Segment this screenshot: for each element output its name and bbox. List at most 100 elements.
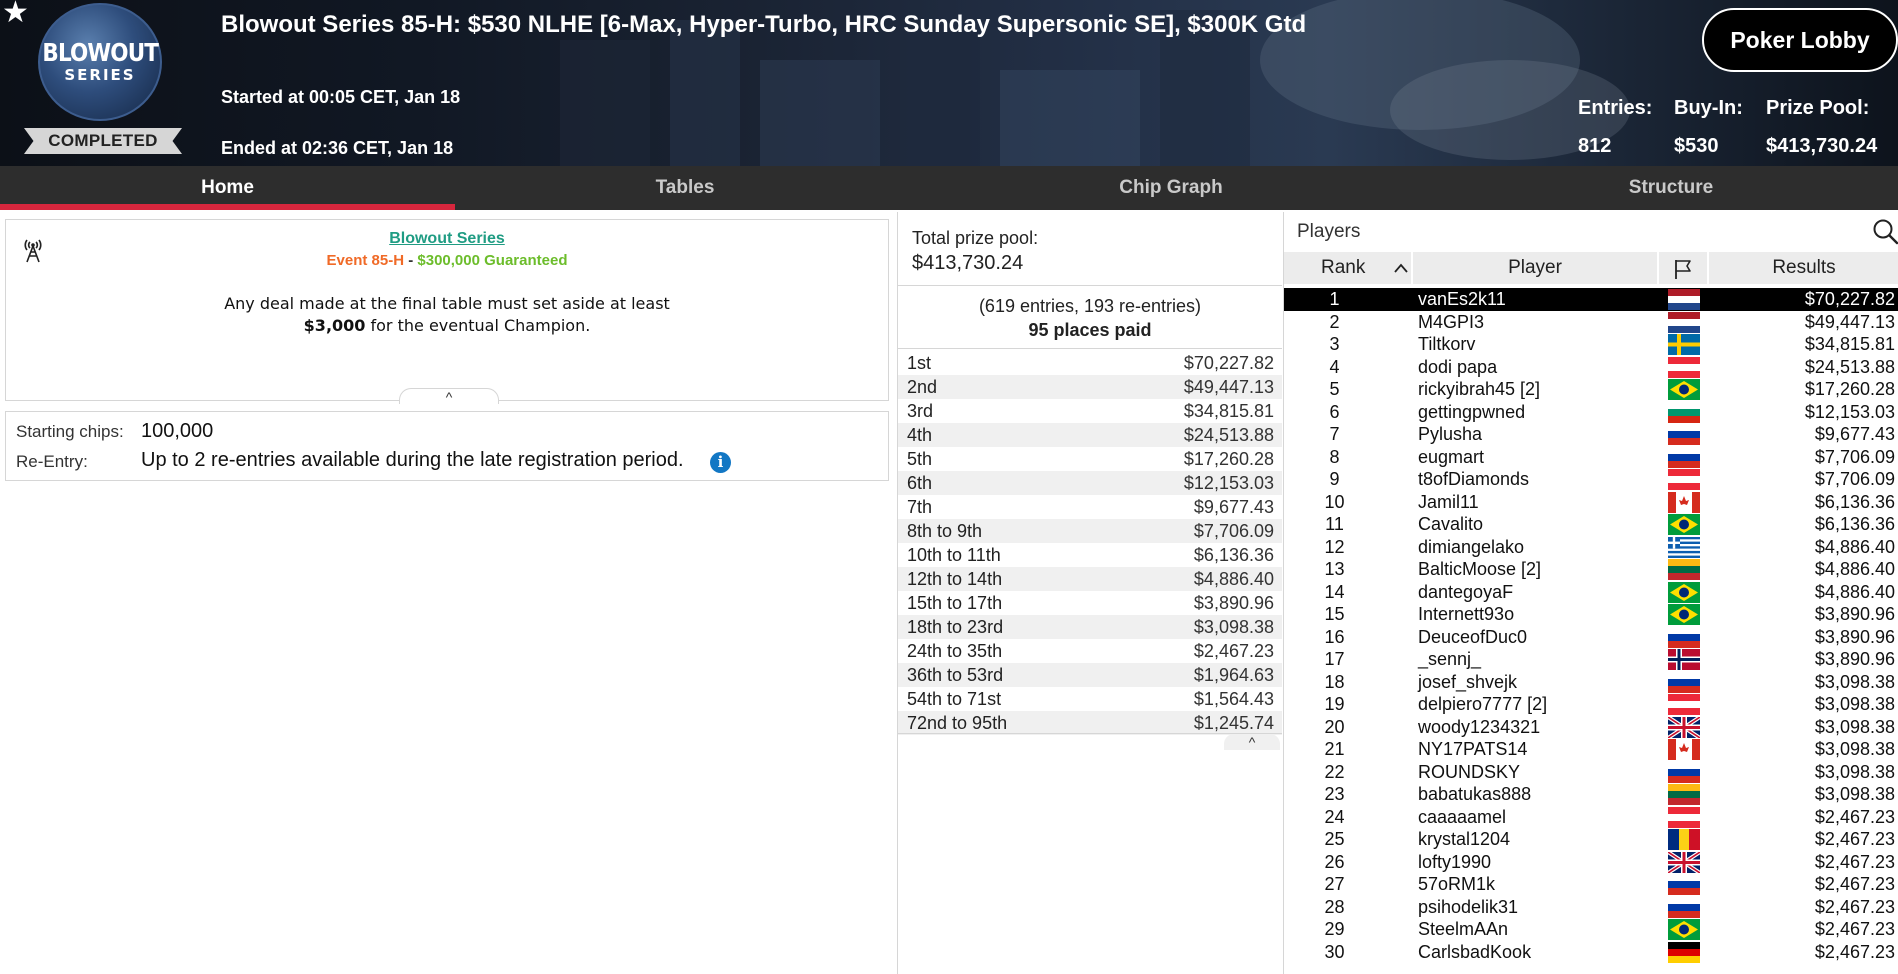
player-name[interactable]: dantegoyaF bbox=[1418, 582, 1513, 603]
collapse-payouts-button[interactable]: ^ bbox=[1224, 734, 1280, 750]
player-rank: 12 bbox=[1324, 536, 1345, 557]
player-result: $49,447.13 bbox=[1804, 311, 1895, 332]
player-row[interactable]: 21 NY17PATS14 $3,098.38 bbox=[1284, 738, 1898, 761]
player-name[interactable]: Pylusha bbox=[1418, 424, 1482, 445]
prizepool-value: $413,730.24 bbox=[1766, 135, 1878, 157]
payout-row: 24th to 35th $2,467.23 bbox=[898, 639, 1282, 663]
player-row[interactable]: 16 DeuceofDuc0 $3,890.96 bbox=[1284, 626, 1898, 649]
sort-ascending-icon[interactable] bbox=[1394, 262, 1408, 274]
player-name[interactable]: babatukas888 bbox=[1418, 784, 1531, 805]
player-name[interactable]: DeuceofDuc0 bbox=[1418, 627, 1527, 648]
country-flag-ca-icon bbox=[1668, 739, 1700, 760]
player-name[interactable]: lofty1990 bbox=[1418, 852, 1491, 873]
column-header-results[interactable]: Results bbox=[1709, 252, 1898, 284]
player-row[interactable]: 4 dodi papa $24,513.88 bbox=[1284, 356, 1898, 379]
player-name[interactable]: BalticMoose [2] bbox=[1418, 559, 1541, 580]
player-name[interactable]: psihodelik31 bbox=[1418, 897, 1518, 918]
tab-tables[interactable]: Tables bbox=[455, 166, 915, 210]
player-name[interactable]: caaaaamel bbox=[1418, 807, 1506, 828]
player-row[interactable]: 27 57oRM1k $2,467.23 bbox=[1284, 873, 1898, 896]
country-flag-br-icon bbox=[1668, 919, 1700, 940]
player-row[interactable]: 5 rickyibrah45 [2] $17,260.28 bbox=[1284, 378, 1898, 401]
player-name[interactable]: Internett93o bbox=[1418, 604, 1514, 625]
player-row[interactable]: 18 josef_shvejk $3,098.38 bbox=[1284, 671, 1898, 694]
player-name[interactable]: 57oRM1k bbox=[1418, 874, 1495, 895]
player-row[interactable]: 10 Jamil11 $6,136.36 bbox=[1284, 491, 1898, 514]
player-name[interactable]: Cavalito bbox=[1418, 514, 1483, 535]
poker-lobby-button[interactable]: Poker Lobby bbox=[1702, 8, 1898, 72]
player-row[interactable]: 7 Pylusha $9,677.43 bbox=[1284, 423, 1898, 446]
player-name[interactable]: vanEs2k11 bbox=[1418, 289, 1506, 310]
player-name[interactable]: josef_shvejk bbox=[1418, 672, 1517, 693]
player-row[interactable]: 2 M4GPI3 $49,447.13 bbox=[1284, 311, 1898, 334]
player-result: $12,153.03 bbox=[1804, 401, 1895, 422]
player-name[interactable]: SteelmAAn bbox=[1418, 919, 1508, 940]
player-name[interactable]: dodi papa bbox=[1418, 357, 1497, 378]
deal-line-2: $3,000 for the eventual Champion. bbox=[6, 315, 888, 337]
collapse-info-button[interactable]: ^ bbox=[399, 388, 499, 405]
player-row[interactable]: 9 t8ofDiamonds $7,706.09 bbox=[1284, 468, 1898, 491]
column-header-rank[interactable]: Rank bbox=[1284, 252, 1411, 284]
player-name[interactable]: gettingpwned bbox=[1418, 402, 1525, 423]
player-row[interactable]: 11 Cavalito $6,136.36 bbox=[1284, 513, 1898, 536]
country-flag-bg-icon bbox=[1668, 401, 1700, 423]
player-row[interactable]: 3 Tiltkorv $34,815.81 bbox=[1284, 333, 1898, 356]
player-name[interactable]: rickyibrah45 [2] bbox=[1418, 379, 1540, 400]
player-row[interactable]: 17 _sennj_ $3,890.96 bbox=[1284, 648, 1898, 671]
player-result: $2,467.23 bbox=[1814, 919, 1895, 939]
player-rank: 10 bbox=[1324, 491, 1345, 512]
player-name[interactable]: delpiero7777 [2] bbox=[1418, 694, 1547, 715]
player-row[interactable]: 24 caaaaamel $2,467.23 bbox=[1284, 806, 1898, 829]
player-name[interactable]: M4GPI3 bbox=[1418, 312, 1484, 333]
player-row[interactable]: 23 babatukas888 $3,098.38 bbox=[1284, 783, 1898, 806]
player-row[interactable]: 1 vanEs2k11 $70,227.82 bbox=[1284, 288, 1898, 311]
event-separator: - bbox=[404, 252, 418, 269]
player-name[interactable]: ROUNDSKY bbox=[1418, 762, 1520, 783]
player-row[interactable]: 20 woody1234321 $3,098.38 bbox=[1284, 714, 1898, 740]
player-row[interactable]: 13 BalticMoose [2] $4,886.40 bbox=[1284, 558, 1898, 581]
player-name[interactable]: woody1234321 bbox=[1418, 717, 1540, 738]
tab-chip-graph[interactable]: Chip Graph bbox=[915, 166, 1427, 210]
payout-place: 4th bbox=[907, 425, 933, 445]
search-icon[interactable] bbox=[1872, 218, 1898, 245]
player-row[interactable]: 26 lofty1990 $2,467.23 bbox=[1284, 849, 1898, 875]
tab-structure[interactable]: Structure bbox=[1427, 166, 1898, 210]
player-rank: 5 bbox=[1329, 379, 1340, 399]
player-row[interactable]: 28 psihodelik31 $2,467.23 bbox=[1284, 896, 1898, 919]
player-name[interactable]: eugmart bbox=[1418, 447, 1484, 468]
player-rank: 21 bbox=[1324, 739, 1345, 759]
player-row[interactable]: 22 ROUNDSKY $3,098.38 bbox=[1284, 761, 1898, 784]
active-tab-indicator bbox=[0, 204, 455, 210]
player-row[interactable]: 8 eugmart $7,706.09 bbox=[1284, 446, 1898, 469]
player-result: $4,886.40 bbox=[1814, 559, 1895, 579]
player-name[interactable]: CarlsbadKook bbox=[1418, 942, 1531, 963]
player-name[interactable]: _sennj_ bbox=[1418, 649, 1481, 670]
player-result: $2,467.23 bbox=[1814, 874, 1895, 894]
player-row[interactable]: 6 gettingpwned $12,153.03 bbox=[1284, 401, 1898, 424]
player-result: $2,467.23 bbox=[1814, 829, 1895, 849]
country-flag-icon[interactable] bbox=[1672, 258, 1694, 280]
payout-place: 36th to 53rd bbox=[907, 665, 1004, 685]
player-row[interactable]: 19 delpiero7777 [2] $3,098.38 bbox=[1284, 693, 1898, 716]
player-name[interactable]: t8ofDiamonds bbox=[1418, 469, 1529, 490]
series-link[interactable]: Blowout Series bbox=[6, 230, 888, 248]
player-row[interactable]: 30 CarlsbadKook $2,467.23 bbox=[1284, 941, 1898, 964]
player-name[interactable]: Tiltkorv bbox=[1418, 334, 1475, 355]
payout-row: 15th to 17th $3,890.96 bbox=[898, 591, 1282, 615]
player-row[interactable]: 14 dantegoyaF $4,886.40 bbox=[1284, 581, 1898, 604]
player-row[interactable]: 15 Internett93o $3,890.96 bbox=[1284, 603, 1898, 626]
player-table-body: 1 vanEs2k11 $70,227.82 2 M4GPI3 $49,447.13 3 Ti… bbox=[1284, 288, 1898, 963]
player-name[interactable]: dimiangelako bbox=[1418, 537, 1524, 558]
player-result: $2,467.23 bbox=[1814, 896, 1895, 917]
favorite-star-icon[interactable]: ★ bbox=[2, 0, 29, 28]
payout-amount: $7,706.09 bbox=[1193, 521, 1274, 541]
player-name[interactable]: NY17PATS14 bbox=[1418, 739, 1527, 760]
player-row[interactable]: 29 SteelmAAn $2,467.23 bbox=[1284, 918, 1898, 941]
info-icon[interactable]: i bbox=[710, 452, 731, 473]
player-name[interactable]: Jamil11 bbox=[1418, 492, 1479, 513]
column-header-player[interactable]: Player bbox=[1413, 252, 1657, 284]
country-flag-br-icon bbox=[1668, 379, 1700, 400]
player-name[interactable]: krystal1204 bbox=[1418, 829, 1510, 850]
player-row[interactable]: 25 krystal1204 $2,467.23 bbox=[1284, 828, 1898, 851]
player-row[interactable]: 12 dimiangelako $4,886.40 bbox=[1284, 536, 1898, 559]
